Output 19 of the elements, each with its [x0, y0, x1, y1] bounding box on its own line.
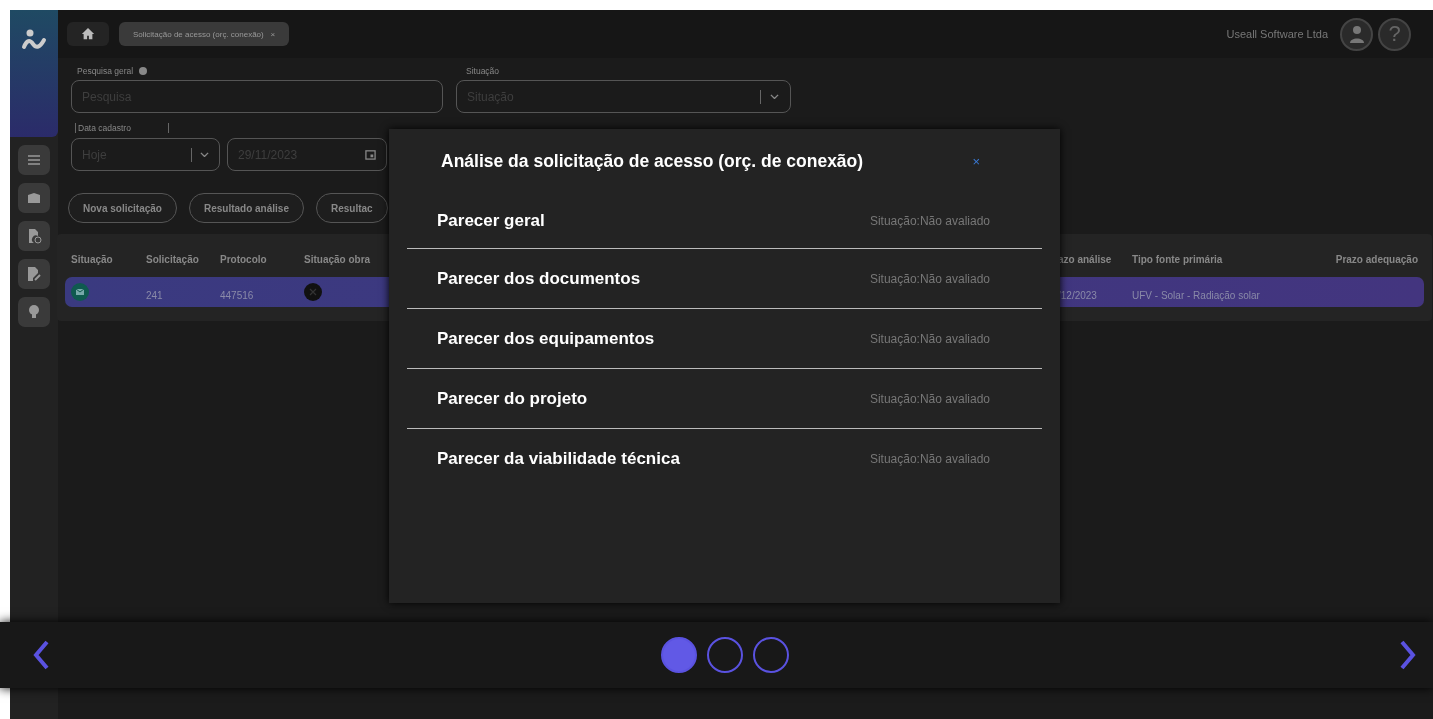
company-name: Useall Software Ltda [1226, 28, 1328, 40]
review-status: Situação:Não avaliado [869, 271, 990, 286]
column-header: Solicitação [146, 254, 200, 265]
table-cell-text: 447516 [220, 288, 255, 301]
table-cell-text: 241 [146, 288, 164, 301]
review-status: Situação:Não avaliado [869, 214, 990, 228]
field-label: Pesquisa geral [77, 66, 134, 76]
review-status: Situação:Não avaliado [869, 331, 990, 346]
field-label: Data cadastro [75, 123, 169, 133]
column-header: Prazo adequação [1335, 254, 1418, 265]
table-cell-text: UFV - Solar - Radiação solar [1132, 288, 1261, 301]
field-label: Situação [465, 66, 501, 76]
column-header: Tipo fonte primária [1132, 254, 1224, 265]
review-status: Situação:Não avaliado [869, 391, 990, 406]
modal-title: Análise da solicitação de acesso (orç. de conexão) [441, 151, 864, 172]
review-status: Situação:Não avaliado [869, 452, 990, 466]
column-header: Situação [71, 254, 114, 265]
column-header: Situação obra [304, 254, 372, 265]
column-header: Protocolo [220, 254, 268, 265]
